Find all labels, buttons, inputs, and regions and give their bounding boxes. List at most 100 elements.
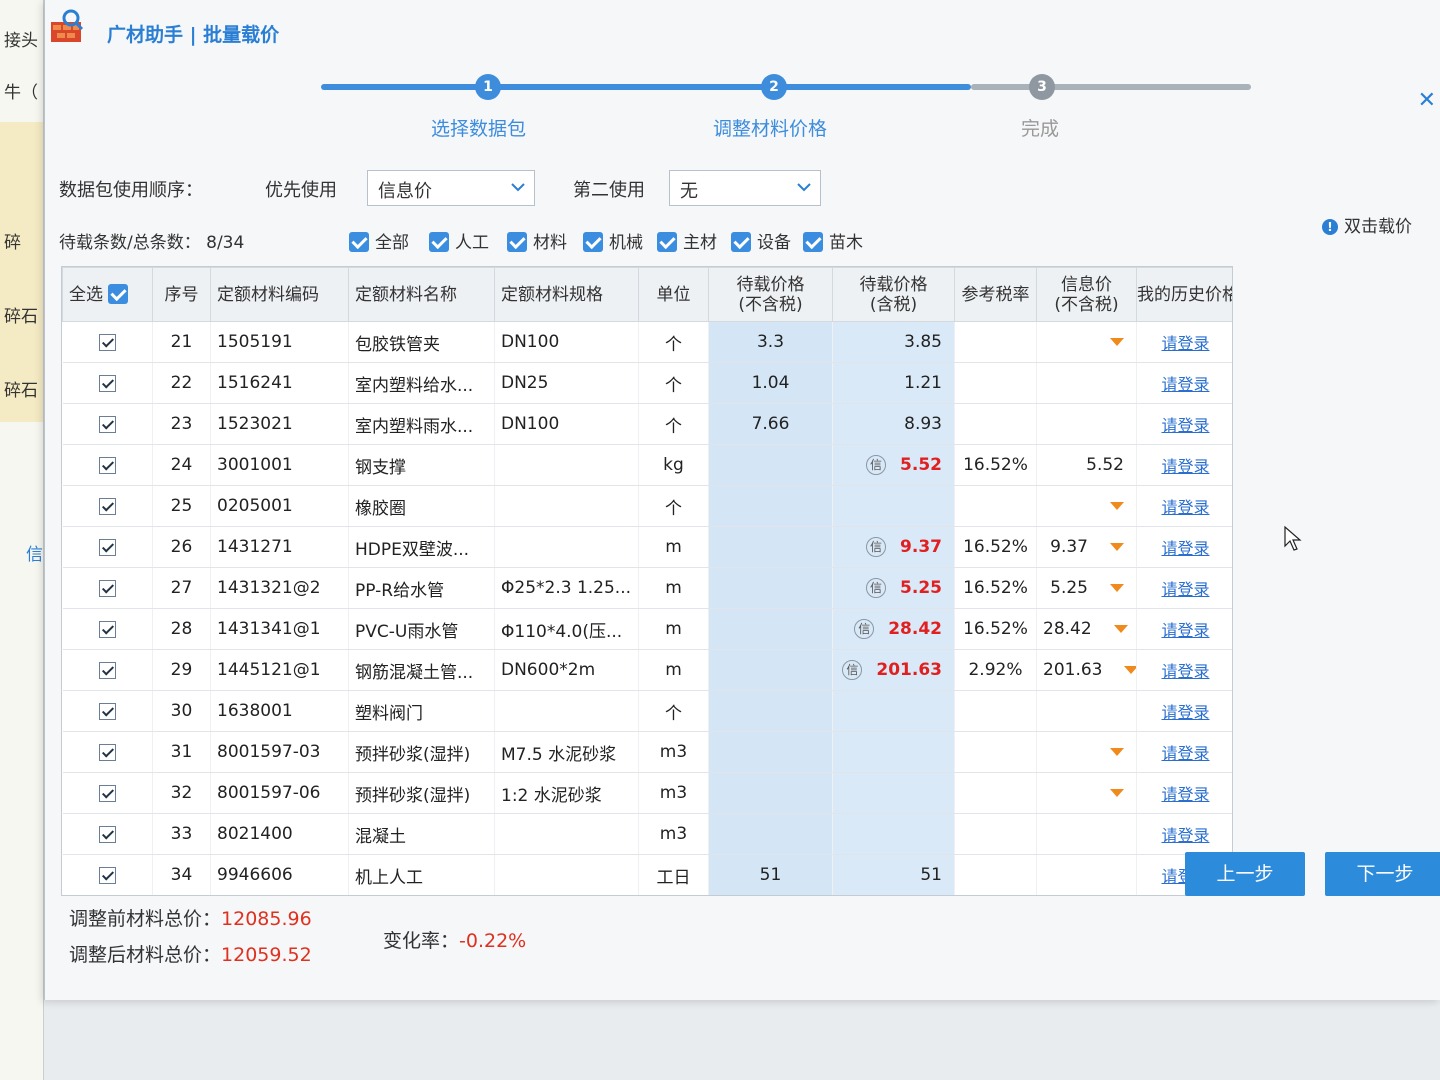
login-link[interactable]: 请登录	[1161, 785, 1209, 804]
price-ex-cell[interactable]: 51	[708, 854, 833, 895]
price-ex-cell[interactable]	[708, 567, 833, 609]
login-link[interactable]: 请登录	[1161, 826, 1209, 845]
login-link[interactable]: 请登录	[1161, 662, 1209, 681]
info-price-cell[interactable]	[1036, 403, 1137, 445]
first-use-select[interactable]: 信息价	[367, 170, 535, 206]
login-link[interactable]: 请登录	[1161, 539, 1209, 558]
row-select-cell[interactable]	[62, 608, 153, 650]
filter-machine-checkbox[interactable]: 机械	[583, 228, 643, 253]
login-link[interactable]: 请登录	[1161, 703, 1209, 722]
price-in-cell[interactable]: 8.93	[832, 403, 955, 445]
filter-main-material-checkbox[interactable]: 主材	[657, 228, 717, 253]
price-in-cell[interactable]	[832, 813, 955, 855]
filter-equipment-checkbox[interactable]: 设备	[731, 228, 791, 253]
row-checkbox[interactable]	[98, 743, 116, 761]
table-row[interactable]: 29 1445121@1 钢筋混凝土管... DN600*2m m 信 201.63 2.92…	[62, 649, 1232, 691]
price-ex-cell[interactable]	[708, 608, 833, 650]
price-in-cell[interactable]: 信 28.42	[832, 608, 955, 650]
price-ex-cell[interactable]: 7.66	[708, 403, 833, 445]
info-price-cell[interactable]: 5.25	[1036, 567, 1137, 609]
info-price-cell[interactable]: 201.63	[1036, 649, 1137, 691]
info-price-cell[interactable]: 28.42	[1036, 608, 1137, 650]
login-link[interactable]: 请登录	[1161, 621, 1209, 640]
table-row[interactable]: 24 3001001 钢支撑 kg 信 5.52 16.52% 5.52 请登录	[62, 444, 1232, 486]
row-select-cell[interactable]	[62, 690, 153, 732]
price-ex-cell[interactable]: 1.04	[708, 362, 833, 404]
price-ex-cell[interactable]	[708, 772, 833, 814]
table-row[interactable]: 31 8001597-03 预拌砂浆(湿拌) M7.5 水泥砂浆 m3 请登录	[62, 731, 1232, 773]
price-ex-cell[interactable]	[708, 526, 833, 568]
row-checkbox[interactable]	[98, 497, 116, 515]
dropdown-arrow-icon[interactable]	[1124, 666, 1136, 674]
price-in-cell[interactable]: 1.21	[832, 362, 955, 404]
login-link[interactable]: 请登录	[1161, 498, 1209, 517]
login-link[interactable]: 请登录	[1161, 457, 1209, 476]
info-price-cell[interactable]	[1036, 854, 1137, 895]
row-select-cell[interactable]	[62, 731, 153, 773]
row-select-cell[interactable]	[62, 321, 153, 363]
table-row[interactable]: 25 0205001 橡胶圈 个 请登录	[62, 485, 1232, 527]
row-checkbox[interactable]	[98, 415, 116, 433]
select-all-header[interactable]: 全选	[62, 267, 153, 322]
row-select-cell[interactable]	[62, 403, 153, 445]
dropdown-arrow-icon[interactable]	[1113, 625, 1128, 633]
row-select-cell[interactable]	[62, 813, 153, 855]
price-in-cell[interactable]: 信 5.52	[832, 444, 955, 486]
dropdown-arrow-icon[interactable]	[1110, 502, 1124, 510]
price-ex-cell[interactable]	[708, 731, 833, 773]
price-in-cell[interactable]: 信 9.37	[832, 526, 955, 568]
info-price-cell[interactable]	[1036, 485, 1137, 527]
price-in-cell[interactable]	[832, 731, 955, 773]
row-checkbox[interactable]	[98, 333, 116, 351]
dropdown-arrow-icon[interactable]	[1110, 543, 1124, 551]
table-row[interactable]: 27 1431321@2 PP-R给水管 Φ25*2.3 1.25... m 信 5.25 1…	[62, 567, 1232, 609]
table-row[interactable]: 32 8001597-06 预拌砂浆(湿拌) 1:2 水泥砂浆 m3 请登录	[62, 772, 1232, 814]
info-price-cell[interactable]	[1036, 690, 1137, 732]
row-checkbox[interactable]	[98, 661, 116, 679]
price-in-cell[interactable]: 信 5.25	[832, 567, 955, 609]
filter-seedling-checkbox[interactable]: 苗木	[803, 228, 863, 253]
price-in-cell[interactable]: 信 201.63	[832, 649, 955, 691]
login-link[interactable]: 请登录	[1161, 334, 1209, 353]
row-select-cell[interactable]	[62, 485, 153, 527]
row-checkbox[interactable]	[98, 784, 116, 802]
login-link[interactable]: 请登录	[1161, 375, 1209, 394]
filter-material-checkbox[interactable]: 材料	[507, 228, 567, 253]
table-row[interactable]: 28 1431341@1 PVC-U雨水管 Φ110*4.0(压... m 信 28.42 1…	[62, 608, 1232, 650]
second-use-select[interactable]: 无	[669, 170, 821, 206]
price-ex-cell[interactable]	[708, 649, 833, 691]
dropdown-arrow-icon[interactable]	[1110, 338, 1124, 346]
price-in-cell[interactable]: 3.85	[832, 321, 955, 363]
info-price-cell[interactable]	[1036, 321, 1137, 363]
prev-step-button[interactable]: 上一步	[1185, 852, 1305, 896]
info-price-cell[interactable]	[1036, 813, 1137, 855]
row-checkbox[interactable]	[98, 702, 116, 720]
price-ex-cell[interactable]	[708, 485, 833, 527]
info-price-cell[interactable]	[1036, 362, 1137, 404]
row-select-cell[interactable]	[62, 772, 153, 814]
info-price-cell[interactable]: 5.52	[1036, 444, 1137, 486]
dropdown-arrow-icon[interactable]	[1110, 748, 1124, 756]
row-select-cell[interactable]	[62, 526, 153, 568]
table-row[interactable]: 30 1638001 塑料阀门 个 请登录	[62, 690, 1232, 732]
price-in-cell[interactable]	[832, 690, 955, 732]
table-row[interactable]: 26 1431271 HDPE双壁波... m 信 9.37 16.52% 9.37 请登录	[62, 526, 1232, 568]
dropdown-arrow-icon[interactable]	[1110, 789, 1124, 797]
next-step-button[interactable]: 下一步	[1325, 852, 1440, 896]
login-link[interactable]: 请登录	[1161, 416, 1209, 435]
row-checkbox[interactable]	[98, 456, 116, 474]
info-price-cell[interactable]	[1036, 772, 1137, 814]
price-ex-cell[interactable]	[708, 813, 833, 855]
price-in-cell[interactable]: 51	[832, 854, 955, 895]
table-row[interactable]: 349946606机上人工工日5151请登录	[62, 854, 1232, 895]
row-checkbox[interactable]	[98, 866, 116, 884]
table-row[interactable]: 22 1516241 室内塑料给水... DN25 个 1.04 1.21 请登录	[62, 362, 1232, 404]
price-in-cell[interactable]	[832, 485, 955, 527]
row-checkbox[interactable]	[98, 620, 116, 638]
login-link[interactable]: 请登录	[1161, 580, 1209, 599]
info-price-cell[interactable]: 9.37	[1036, 526, 1137, 568]
row-checkbox[interactable]	[98, 825, 116, 843]
price-ex-cell[interactable]	[708, 444, 833, 486]
row-checkbox[interactable]	[98, 374, 116, 392]
row-select-cell[interactable]	[62, 444, 153, 486]
